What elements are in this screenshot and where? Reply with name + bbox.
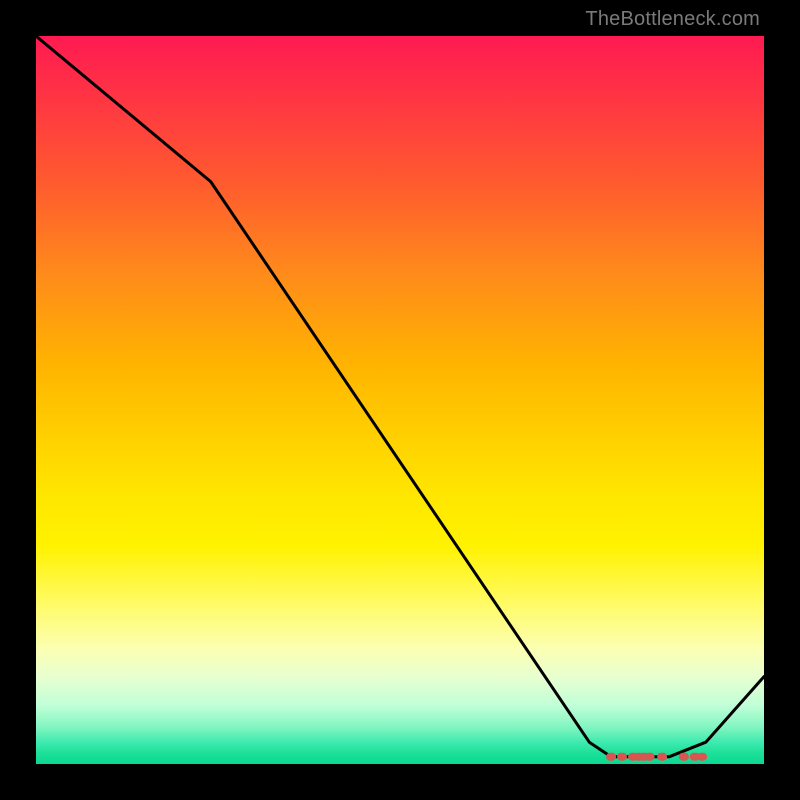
marker-point — [697, 753, 707, 761]
chart-frame: TheBottleneck.com — [0, 0, 800, 800]
marker-point — [690, 753, 700, 761]
chart-svg — [36, 36, 764, 764]
marker-point — [628, 753, 638, 761]
attribution-text: TheBottleneck.com — [585, 8, 760, 31]
series-line — [36, 36, 764, 757]
marker-point — [645, 753, 655, 761]
marker-point — [679, 753, 689, 761]
marker-point — [634, 753, 644, 761]
marker-point — [617, 753, 627, 761]
marker-group — [606, 753, 707, 761]
marker-point — [657, 753, 667, 761]
marker-point — [639, 753, 649, 761]
marker-point — [606, 753, 616, 761]
plot-area — [36, 36, 764, 764]
